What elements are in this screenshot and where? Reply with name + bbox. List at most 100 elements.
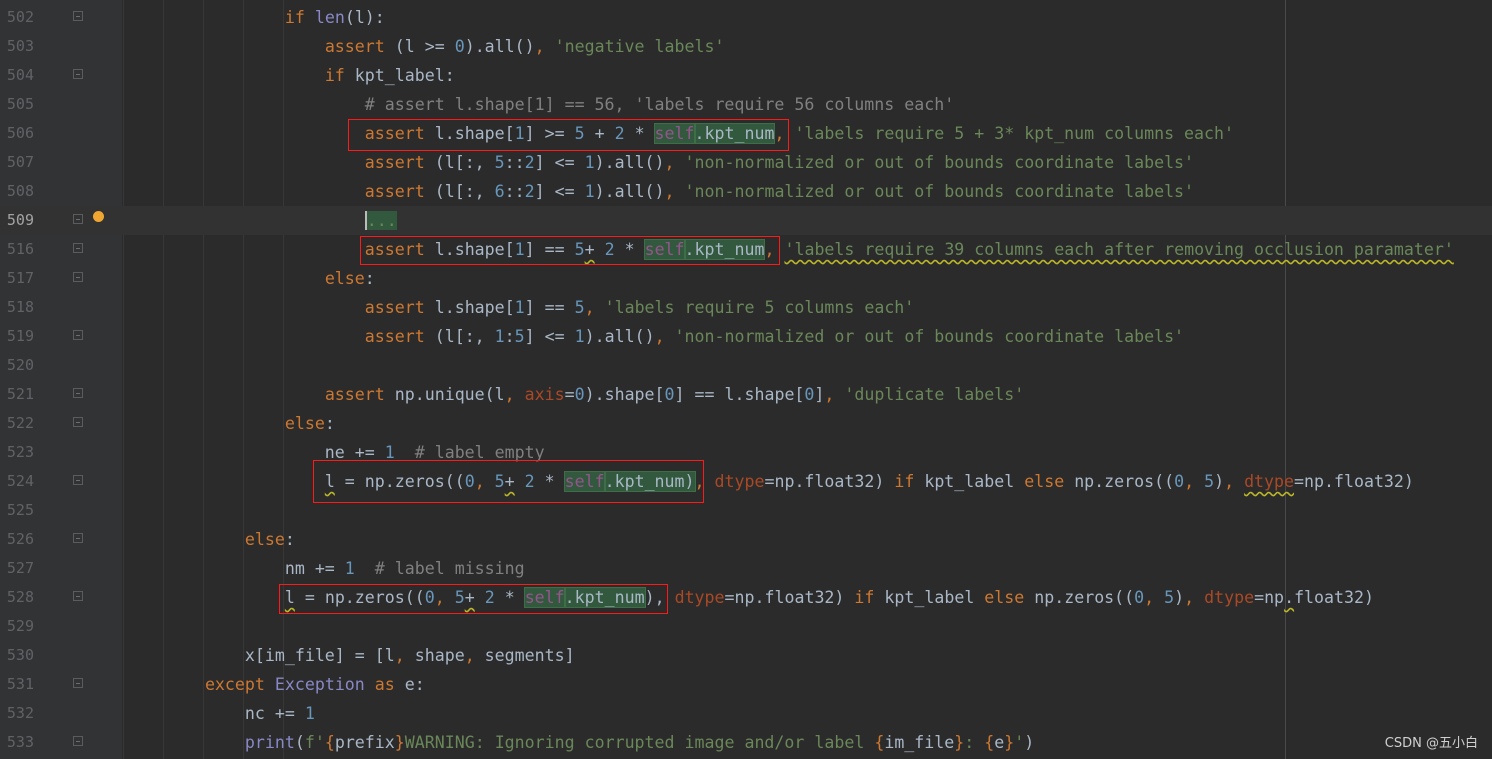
folded-code-region[interactable]: ... xyxy=(364,211,397,230)
code-line[interactable]: 521 assert np.unique(l, axis=0).shape[0]… xyxy=(0,380,1492,409)
code-text: nm += 1 # label missing xyxy=(125,554,525,583)
code-token: ] <= xyxy=(534,182,585,201)
code-token: : xyxy=(504,327,515,346)
code-token: dtype xyxy=(714,472,765,491)
code-line[interactable]: 529 xyxy=(0,612,1492,641)
code-token: , xyxy=(504,385,525,404)
fold-toggle-icon[interactable] xyxy=(73,243,83,253)
code-token: kpt_label: xyxy=(354,66,455,85)
code-line[interactable]: 527 nm += 1 # label missing xyxy=(0,554,1492,583)
fold-toggle-icon[interactable] xyxy=(73,214,83,224)
lightbulb-icon[interactable] xyxy=(93,211,104,222)
code-line[interactable]: 502 if len(l): xyxy=(0,3,1492,32)
code-token: assert xyxy=(364,182,435,201)
code-token: print xyxy=(244,733,295,752)
fold-toggle-icon[interactable] xyxy=(73,272,83,282)
fold-toggle-icon[interactable] xyxy=(73,475,83,485)
code-line[interactable]: 518 assert l.shape[1] == 5, 'labels requ… xyxy=(0,293,1492,322)
code-token: kpt_label xyxy=(884,588,985,607)
line-number: 531 xyxy=(6,675,34,693)
code-line[interactable]: 504 if kpt_label: xyxy=(0,61,1492,90)
code-token: ).shape[ xyxy=(584,385,665,404)
fold-toggle-icon[interactable] xyxy=(73,678,83,688)
code-token: as xyxy=(374,675,405,694)
code-text: ... xyxy=(125,206,397,235)
code-line[interactable]: 530 x[im_file] = [l, shape, segments] xyxy=(0,641,1492,670)
fold-toggle-icon[interactable] xyxy=(73,330,83,340)
code-text: # assert l.shape[1] == 56, 'labels requi… xyxy=(125,90,954,119)
code-token: : xyxy=(284,530,295,549)
code-line[interactable]: 503 assert (l >= 0).all(), 'negative lab… xyxy=(0,32,1492,61)
code-line[interactable]: 509 ... xyxy=(0,206,1492,235)
line-number: 532 xyxy=(6,704,34,722)
code-token: assert xyxy=(364,327,435,346)
code-token: 'non-normalized or out of bounds coordin… xyxy=(684,182,1195,201)
code-token: ] <= xyxy=(524,327,575,346)
code-token: 0 xyxy=(454,37,465,56)
code-line[interactable]: 525 xyxy=(0,496,1492,525)
code-line[interactable]: 517 else: xyxy=(0,264,1492,293)
fold-toggle-icon[interactable] xyxy=(73,533,83,543)
code-token: dtype xyxy=(1244,472,1295,491)
code-token: : xyxy=(364,269,375,288)
code-token: ) xyxy=(1214,472,1225,491)
code-token: nc += xyxy=(125,704,305,723)
code-token: 0 xyxy=(1134,588,1145,607)
code-token: 1 xyxy=(344,559,375,578)
code-line[interactable]: 528 l = np.zeros((0, 5+ 2 * self.kpt_num… xyxy=(0,583,1492,612)
code-line[interactable]: 507 assert (l[:, 5::2] <= 1).all(), 'non… xyxy=(0,148,1492,177)
fold-toggle-icon[interactable] xyxy=(73,69,83,79)
fold-toggle-icon[interactable] xyxy=(73,11,83,21)
code-token: , xyxy=(824,385,845,404)
code-token: 'duplicate labels' xyxy=(844,385,1025,404)
code-line[interactable]: 532 nc += 1 xyxy=(0,699,1492,728)
code-token: np.unique(l xyxy=(394,385,505,404)
code-line[interactable]: 505 # assert l.shape[1] == 56, 'labels r… xyxy=(0,90,1492,119)
line-number: 506 xyxy=(6,124,34,142)
code-text: else: xyxy=(125,525,295,554)
code-token: np.zeros(( xyxy=(1074,472,1175,491)
code-line[interactable]: 520 xyxy=(0,351,1492,380)
code-token: 0 xyxy=(664,385,675,404)
fold-toggle-icon[interactable] xyxy=(73,417,83,427)
code-token: 'negative labels' xyxy=(554,37,725,56)
code-token: if xyxy=(854,588,885,607)
annotation-box xyxy=(279,584,668,614)
code-token: dtype xyxy=(1204,588,1255,607)
code-token: 6 xyxy=(494,182,505,201)
code-token: =np.float32) xyxy=(1294,472,1414,491)
code-token: 1 xyxy=(514,298,525,317)
code-token: (l >= xyxy=(394,37,455,56)
code-token: 5 xyxy=(494,153,505,172)
code-line[interactable]: 508 assert (l[:, 6::2] <= 1).all(), 'non… xyxy=(0,177,1492,206)
line-number: 530 xyxy=(6,646,34,664)
code-token: , xyxy=(534,37,555,56)
fold-toggle-icon[interactable] xyxy=(73,591,83,601)
code-token: { xyxy=(324,733,335,752)
code-line[interactable]: 523 ne += 1 # label empty xyxy=(0,438,1492,467)
line-number: 533 xyxy=(6,733,34,751)
code-line[interactable]: 526 else: xyxy=(0,525,1492,554)
fold-toggle-icon[interactable] xyxy=(73,736,83,746)
code-line[interactable]: 533 print(f'{prefix}WARNING: Ignoring co… xyxy=(0,728,1492,757)
code-token: (l[:, xyxy=(434,153,495,172)
code-token: { xyxy=(874,733,885,752)
code-line[interactable]: 522 else: xyxy=(0,409,1492,438)
code-line[interactable]: 519 assert (l[:, 1:5] <= 1).all(), 'non-… xyxy=(0,322,1492,351)
code-line[interactable]: 531 except Exception as e: xyxy=(0,670,1492,699)
code-token: } xyxy=(954,733,965,752)
code-text: assert np.unique(l, axis=0).shape[0] == … xyxy=(125,380,1024,409)
code-line[interactable]: 524 l = np.zeros((0, 5+ 2 * self.kpt_num… xyxy=(0,467,1492,496)
code-token: axis xyxy=(524,385,565,404)
code-token: 'non-normalized or out of bounds coordin… xyxy=(684,153,1195,172)
code-text: assert l.shape[1] == 5, 'labels require … xyxy=(125,293,915,322)
fold-toggle-icon[interactable] xyxy=(73,388,83,398)
code-token: (l): xyxy=(344,8,385,27)
